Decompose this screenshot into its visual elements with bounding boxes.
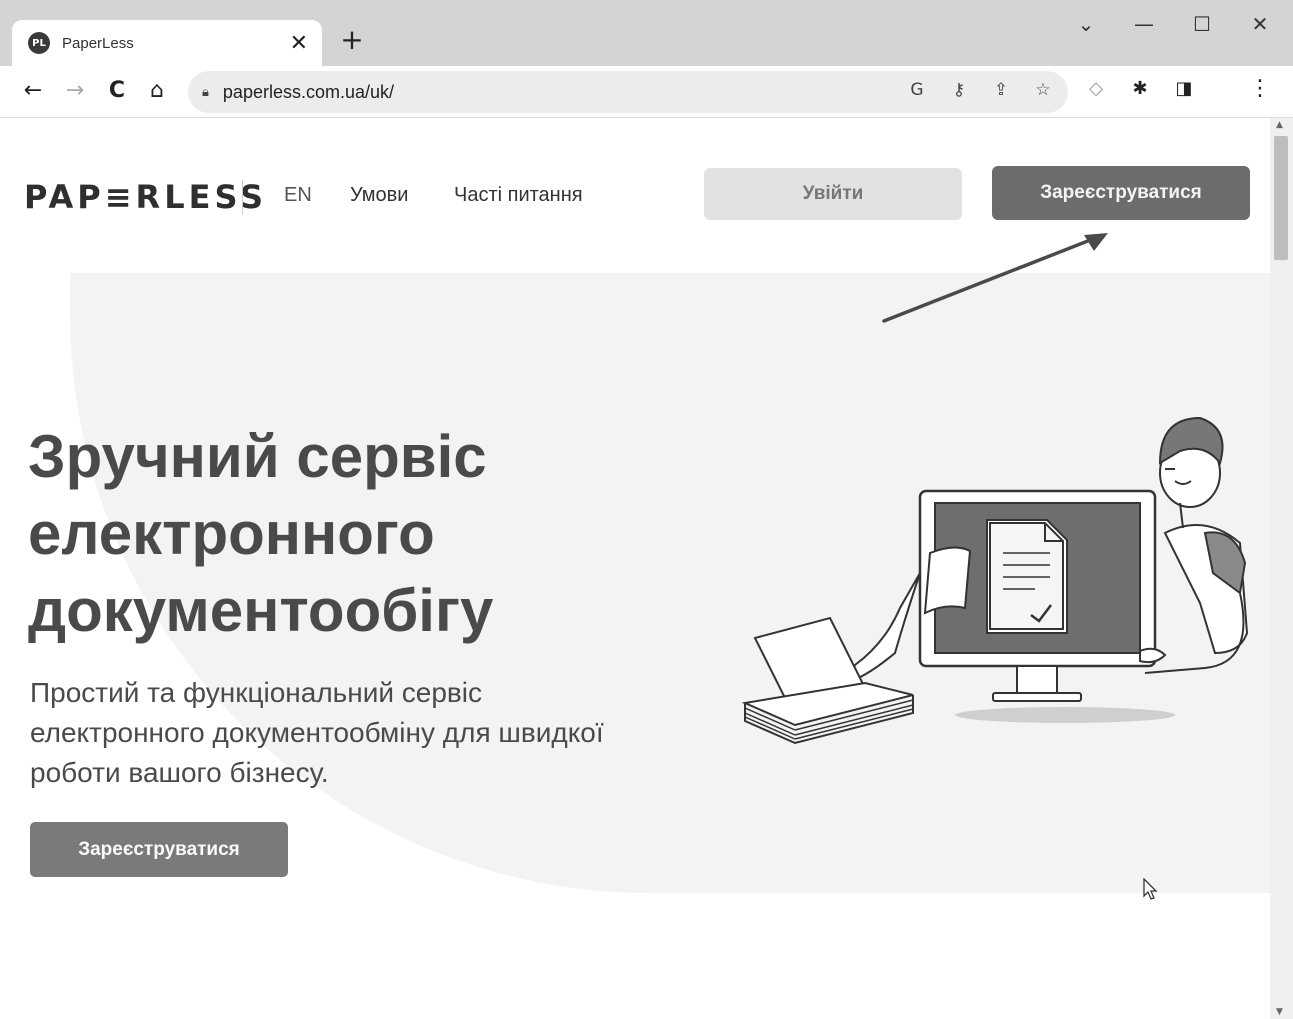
key-icon[interactable]: ⚷ <box>948 80 970 100</box>
monitor-neck <box>1016 665 1058 695</box>
flying-paper-1 <box>923 546 972 615</box>
reload-button[interactable]: C <box>102 76 132 106</box>
star-icon[interactable]: ☆ <box>1032 80 1054 100</box>
google-icon[interactable]: G <box>906 80 928 100</box>
minimize-icon[interactable]: — <box>1129 12 1159 36</box>
scroll-down-icon[interactable]: ▼ <box>1276 1007 1283 1017</box>
flying-paper-2 <box>843 572 921 685</box>
address-bar[interactable]: 🔒︎ paperless.com.ua/uk/ G ⚷ ⇪ ☆ <box>188 71 1068 113</box>
browser-menu-icon[interactable]: ⋮ <box>1249 76 1271 101</box>
page-scrollbar[interactable]: ▲ ▼ <box>1270 118 1293 1019</box>
subtitle-line-3: роботи вашого бізнесу. <box>30 757 329 788</box>
browser-tab-bar: PL PaperLess ✕ + ⌄ — ☐ ✕ <box>0 0 1293 66</box>
browser-toolbar: ← → C ⌂ 🔒︎ paperless.com.ua/uk/ G ⚷ ⇪ ☆ … <box>0 66 1293 118</box>
mouse-cursor-icon <box>1143 878 1158 900</box>
headline-line-1: Зручний сервіс <box>28 423 487 490</box>
terms-link[interactable]: Умови <box>350 184 408 207</box>
tab-search-icon[interactable]: ⌄ <box>1071 12 1101 36</box>
url-text: paperless.com.ua/uk/ <box>222 81 395 102</box>
tab-close-icon[interactable]: ✕ <box>290 32 308 54</box>
logo-divider <box>242 180 243 214</box>
extension-icon[interactable]: ◇ <box>1085 78 1107 99</box>
hero-register-button[interactable]: Зареєструватися <box>30 822 288 877</box>
share-icon[interactable]: ⇪ <box>990 80 1012 100</box>
new-tab-button[interactable]: + <box>338 26 366 54</box>
lock-icon[interactable]: 🔒︎ <box>202 85 209 100</box>
register-button[interactable]: Зареєструватися <box>992 166 1250 220</box>
home-button[interactable]: ⌂ <box>142 76 172 106</box>
browser-tab[interactable]: PL PaperLess ✕ <box>12 20 322 66</box>
favicon-icon: PL <box>28 32 50 54</box>
person-hand <box>1139 647 1167 664</box>
lang-switch-link[interactable]: EN <box>284 184 312 207</box>
document-icon <box>989 522 1064 630</box>
login-button[interactable]: Увійти <box>704 168 962 220</box>
web-page: PAP≡RLESS EN Умови Часті питання Увійти … <box>0 118 1270 1019</box>
hero-illustration <box>741 416 1249 745</box>
subtitle-line-2: електронного документообміну для швидкої <box>30 717 604 748</box>
puzzle-icon[interactable]: ✱ <box>1129 78 1151 99</box>
subtitle-line-1: Простий та функціональний сервіс <box>30 677 483 708</box>
tab-title: PaperLess <box>62 34 134 52</box>
monitor-base <box>992 692 1082 702</box>
maximize-icon[interactable]: ☐ <box>1187 12 1217 36</box>
scroll-up-icon[interactable]: ▲ <box>1276 120 1283 130</box>
site-logo[interactable]: PAP≡RLESS <box>24 178 267 216</box>
shadow-shape <box>955 707 1175 723</box>
hero-headline: Зручний сервіс електронного документообі… <box>28 418 648 649</box>
back-button[interactable]: ← <box>18 76 48 106</box>
scroll-thumb[interactable] <box>1274 136 1288 260</box>
close-window-icon[interactable]: ✕ <box>1245 12 1275 36</box>
forward-button[interactable]: → <box>60 76 90 106</box>
headline-line-3: документообігу <box>28 577 494 644</box>
sidepanel-icon[interactable]: ◨ <box>1173 78 1195 99</box>
hero-subtitle: Простий та функціональний сервіс електро… <box>30 673 710 793</box>
window-controls: ⌄ — ☐ ✕ <box>1071 8 1275 40</box>
faq-link[interactable]: Часті питання <box>454 184 583 207</box>
headline-line-2: електронного <box>28 500 435 567</box>
extensions-area: ◇ ✱ ◨ <box>1085 78 1195 99</box>
annotation-arrow <box>882 233 1108 323</box>
